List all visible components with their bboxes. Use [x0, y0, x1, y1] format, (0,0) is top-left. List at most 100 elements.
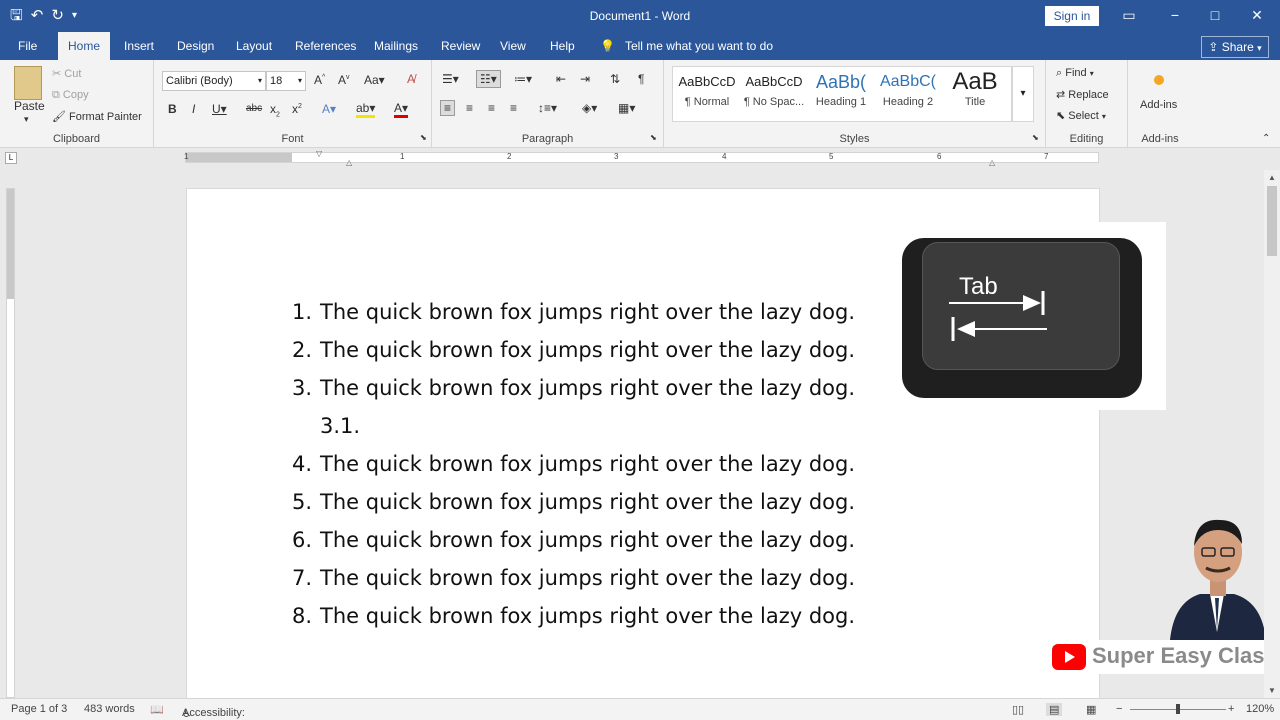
multilevel-list-icon[interactable]: ≔▾ [514, 72, 532, 86]
tell-me-box[interactable]: 💡 Tell me what you want to do [600, 32, 773, 60]
proofing-icon[interactable]: 📖 [150, 703, 164, 716]
tab-help[interactable]: Help [540, 32, 585, 60]
copy-button[interactable]: ⧉ Copy [52, 89, 89, 102]
grow-font-icon[interactable]: A^ [314, 73, 325, 87]
align-right-icon[interactable]: ≡ [488, 101, 495, 115]
format-painter-button[interactable]: 🖌 Format Painter [52, 110, 142, 123]
tab-references[interactable]: References [285, 32, 366, 60]
style-heading-2[interactable]: AaBbC( Heading 2 [875, 68, 941, 118]
change-case-icon[interactable]: Aa▾ [364, 73, 385, 87]
zoom-slider[interactable] [1130, 704, 1226, 714]
web-layout-icon[interactable]: ▦ [1086, 703, 1096, 716]
ribbon-display-icon[interactable]: ▭ [1106, 0, 1152, 32]
show-formatting-icon[interactable]: ¶ [638, 72, 644, 86]
tab-mailings[interactable]: Mailings [364, 32, 428, 60]
status-bar: Page 1 of 3 483 words 📖 ♿ Accessibility:… [0, 698, 1280, 720]
list-item[interactable]: 6. The quick brown fox jumps right over t… [292, 524, 855, 556]
share-button[interactable]: ⇪ Share ▾ [1201, 36, 1269, 58]
collapse-ribbon-icon[interactable]: ⌃ [1262, 133, 1270, 144]
tab-home[interactable]: Home [58, 32, 111, 60]
style-title[interactable]: AaB Title [942, 68, 1008, 118]
scrollbar-thumb[interactable] [1267, 186, 1277, 256]
tab-insert[interactable]: Insert [114, 32, 164, 60]
align-left-icon[interactable]: ≡ [440, 100, 456, 116]
first-line-indent-marker-icon[interactable]: ▽ [316, 149, 322, 158]
hanging-indent-marker-icon[interactable]: △ [346, 158, 352, 167]
style-heading-1[interactable]: AaBb( Heading 1 [808, 68, 874, 118]
tab-file[interactable]: File [8, 32, 47, 60]
zoom-out-icon[interactable]: − [1116, 703, 1122, 715]
close-button[interactable]: ✕ [1234, 0, 1280, 32]
superscript-icon[interactable]: x2 [292, 102, 302, 116]
line-spacing-icon[interactable]: ↕≡▾ [538, 101, 557, 115]
addins-icon[interactable] [1154, 75, 1164, 85]
list-text: The quick brown fox jumps right over the… [320, 452, 856, 476]
find-button[interactable]: ⌕ Find ▾ [1056, 67, 1094, 80]
styles-more-icon[interactable]: ▾ [1012, 66, 1034, 122]
clear-formatting-icon[interactable]: A̸ [407, 72, 415, 86]
list-number: 6. [292, 528, 313, 552]
addins-button[interactable]: Add-ins [1140, 99, 1177, 111]
list-item[interactable]: 4. The quick brown fox jumps right over t… [292, 448, 855, 480]
paste-dropdown-icon[interactable]: ▾ [24, 114, 29, 125]
style-no-spacing[interactable]: AaBbCcD ¶ No Spac... [741, 68, 807, 118]
highlight-icon[interactable]: ab▾ [356, 101, 376, 118]
style-normal[interactable]: AaBbCcD ¶ Normal [674, 68, 740, 118]
align-center-icon[interactable]: ≡ [466, 101, 473, 115]
read-mode-icon[interactable]: ▯▯ [1012, 703, 1024, 716]
word-count[interactable]: 483 words [84, 703, 135, 715]
font-family-select[interactable]: Calibri (Body) ▾ [162, 71, 266, 91]
vertical-ruler[interactable] [6, 188, 15, 698]
bullets-icon[interactable]: ☰▾ [442, 72, 459, 86]
paste-icon[interactable] [14, 66, 42, 100]
cut-button[interactable]: ✂ Cut [52, 67, 81, 80]
print-layout-icon[interactable]: ▤ [1046, 703, 1063, 716]
increase-indent-icon[interactable]: ⇥ [580, 72, 590, 86]
borders-icon[interactable]: ▦▾ [618, 101, 635, 115]
list-item[interactable]: 5. The quick brown fox jumps right over t… [292, 486, 855, 518]
horizontal-ruler[interactable]: 1 1 2 3 4 5 6 7 ▽ △ △ [184, 149, 1099, 167]
list-number: 3.1. [320, 414, 361, 438]
tab-design[interactable]: Design [167, 32, 224, 60]
decrease-indent-icon[interactable]: ⇤ [556, 72, 566, 86]
sort-icon[interactable]: ⇅ [610, 72, 620, 86]
list-item[interactable]: 8. The quick brown fox jumps right over t… [292, 600, 855, 632]
list-item[interactable]: 2. The quick brown fox jumps right over t… [292, 334, 855, 366]
restore-button[interactable]: □ [1192, 0, 1238, 32]
strikethrough-icon[interactable]: abc [246, 103, 262, 114]
list-number: 5. [292, 490, 313, 514]
font-family-value: Calibri (Body) [166, 75, 233, 87]
underline-icon[interactable]: U▾ [212, 102, 227, 116]
page-count[interactable]: Page 1 of 3 [11, 703, 67, 715]
font-size-select[interactable]: 18 ▾ [266, 71, 306, 91]
zoom-in-icon[interactable]: + [1228, 703, 1234, 715]
scroll-up-icon[interactable]: ▲ [1264, 173, 1280, 182]
shrink-font-icon[interactable]: Av [338, 73, 350, 87]
text-effects-icon[interactable]: A▾ [322, 102, 336, 116]
tab-selector-icon[interactable]: L [5, 152, 17, 164]
paste-button[interactable]: Paste [14, 99, 45, 113]
sign-in-button[interactable]: Sign in [1045, 6, 1099, 26]
zoom-level[interactable]: 120% [1246, 703, 1274, 715]
numbering-icon[interactable]: ☷▾ [476, 70, 501, 88]
tab-view[interactable]: View [490, 32, 536, 60]
replace-button[interactable]: ⇄ Replace [1056, 88, 1109, 101]
list-item[interactable]: 7. The quick brown fox jumps right over t… [292, 562, 855, 594]
list-item[interactable]: 3. The quick brown fox jumps right over t… [292, 372, 855, 404]
select-button[interactable]: ⬉ Select ▾ [1056, 109, 1106, 122]
subscript-icon[interactable]: x2 [270, 102, 280, 118]
list-item[interactable]: 3.1. [320, 410, 360, 442]
list-number: 3. [292, 376, 313, 400]
zoom-slider-knob[interactable] [1176, 704, 1180, 714]
tab-layout[interactable]: Layout [226, 32, 282, 60]
justify-icon[interactable]: ≡ [510, 101, 517, 115]
scroll-down-icon[interactable]: ▼ [1264, 686, 1280, 695]
right-indent-marker-icon[interactable]: △ [989, 158, 995, 167]
bold-icon[interactable]: B [168, 102, 177, 116]
shading-icon[interactable]: ◈▾ [582, 101, 597, 115]
italic-icon[interactable]: I [192, 102, 195, 116]
vertical-scrollbar[interactable]: ▲ ▼ [1264, 170, 1280, 698]
tab-review[interactable]: Review [431, 32, 490, 60]
list-item[interactable]: 1. The quick brown fox jumps right over t… [292, 296, 855, 328]
font-color-icon[interactable]: A▾ [394, 101, 409, 118]
